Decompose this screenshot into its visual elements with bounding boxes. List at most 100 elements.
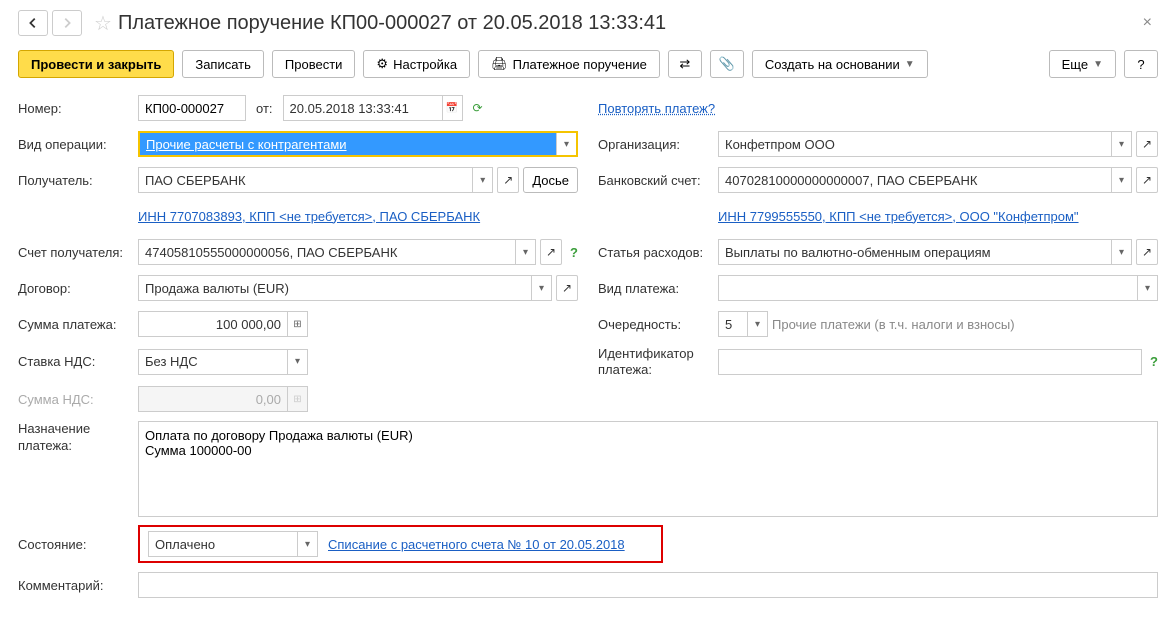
help-icon[interactable]: ? [1150, 354, 1158, 369]
calculator-icon[interactable]: ⊞ [287, 312, 307, 336]
priority-label: Очередность: [598, 317, 718, 332]
calendar-icon[interactable]: 📅 [442, 96, 462, 120]
more-label: Еще [1062, 57, 1088, 72]
help-button[interactable]: ? [1124, 50, 1158, 78]
payee-acc-combo[interactable]: 47405810555000000056, ПАО СБЕРБАНК ▾ [138, 239, 536, 265]
bank-acc-combo[interactable]: 40702810000000000007, ПАО СБЕРБАНК ▾ [718, 167, 1132, 193]
number-input[interactable] [138, 95, 246, 121]
date-label: от: [256, 101, 273, 116]
org-inn-link[interactable]: ИНН 7799555550, КПП <не требуется>, ООО … [718, 209, 1079, 224]
dossier-button[interactable]: Досье [523, 167, 578, 193]
expense-value: Выплаты по валютно-обменным операциям [719, 240, 1111, 264]
toolbar: Провести и закрыть Записать Провести ⚙ Н… [18, 50, 1158, 78]
open-icon[interactable]: ↗ [540, 239, 562, 265]
chevron-down-icon[interactable]: ▾ [1137, 276, 1157, 300]
structure-button[interactable]: ⇄ [668, 50, 702, 78]
post-button[interactable]: Провести [272, 50, 356, 78]
bank-acc-value: 40702810000000000007, ПАО СБЕРБАНК [719, 168, 1111, 192]
arrow-left-icon [26, 16, 40, 30]
expense-label: Статья расходов: [598, 245, 718, 260]
status-label: Состояние: [18, 537, 138, 552]
vat-rate-combo[interactable]: Без НДС ▾ [138, 349, 308, 375]
chevron-down-icon[interactable]: ▾ [1111, 168, 1131, 192]
vat-sum-label: Сумма НДС: [18, 392, 138, 407]
open-icon[interactable]: ↗ [1136, 239, 1158, 265]
attachment-button[interactable]: 📎 [710, 50, 744, 78]
chevron-down-icon[interactable]: ▾ [556, 133, 576, 155]
chevron-down-icon[interactable]: ▾ [287, 350, 307, 374]
chevron-down-icon[interactable]: ▾ [531, 276, 551, 300]
priority-combo[interactable]: 5 ▾ [718, 311, 768, 337]
priority-value: 5 [719, 312, 747, 336]
chevron-down-icon[interactable]: ▾ [1111, 240, 1131, 264]
status-box: Оплачено ▾ Списание с расчетного счета №… [138, 525, 663, 563]
settings-label: Настройка [393, 57, 457, 72]
create-based-label: Создать на основании [765, 57, 900, 72]
op-type-label: Вид операции: [18, 137, 138, 152]
pay-type-label: Вид платежа: [598, 281, 718, 296]
payee-combo[interactable]: ПАО СБЕРБАНК ▾ [138, 167, 493, 193]
contract-label: Договор: [18, 281, 138, 296]
status-value: Оплачено [149, 532, 297, 556]
open-icon[interactable]: ↗ [1136, 131, 1158, 157]
save-button[interactable]: Записать [182, 50, 264, 78]
settings-button[interactable]: ⚙ Настройка [363, 50, 470, 78]
contract-combo[interactable]: Продажа валюты (EUR) ▾ [138, 275, 552, 301]
payee-acc-label: Счет получателя: [18, 245, 138, 260]
vat-rate-label: Ставка НДС: [18, 354, 138, 369]
open-icon[interactable]: ↗ [497, 167, 519, 193]
gear-icon: ⚙ [376, 56, 388, 72]
open-icon[interactable]: ↗ [1136, 167, 1158, 193]
refresh-icon[interactable]: ⟳ [467, 95, 489, 121]
vat-sum-value: 0,00 [139, 387, 287, 411]
help-icon: ? [1137, 57, 1144, 72]
org-label: Организация: [598, 137, 718, 152]
nav-back-button[interactable] [18, 10, 48, 36]
comment-input[interactable] [138, 572, 1158, 598]
more-button[interactable]: Еще ▼ [1049, 50, 1116, 78]
op-type-value: Прочие расчеты с контрагентами [140, 133, 556, 155]
pay-type-value [719, 276, 1137, 300]
purpose-textarea[interactable] [138, 421, 1158, 517]
chevron-down-icon[interactable]: ▾ [515, 240, 535, 264]
sum-field[interactable]: 100 000,00 ⊞ [138, 311, 308, 337]
create-based-button[interactable]: Создать на основании ▼ [752, 50, 928, 78]
chevron-down-icon[interactable]: ▾ [747, 312, 767, 336]
org-combo[interactable]: Конфетпром ООО ▾ [718, 131, 1132, 157]
arrow-right-icon [60, 16, 74, 30]
payee-acc-value: 47405810555000000056, ПАО СБЕРБАНК [139, 240, 515, 264]
printer-icon: 🖨 [491, 56, 508, 72]
payee-inn-link[interactable]: ИНН 7707083893, КПП <не требуется>, ПАО … [138, 209, 480, 224]
status-document-link[interactable]: Списание с расчетного счета № 10 от 20.0… [328, 537, 625, 552]
nav-forward-button[interactable] [52, 10, 82, 36]
chevron-down-icon: ▼ [1093, 59, 1103, 70]
help-icon[interactable]: ? [570, 245, 578, 260]
payee-label: Получатель: [18, 173, 138, 188]
chevron-down-icon[interactable]: ▾ [472, 168, 492, 192]
number-label: Номер: [18, 101, 138, 116]
bank-acc-label: Банковский счет: [598, 173, 718, 188]
favorite-star-icon[interactable]: ☆ [94, 11, 112, 36]
paperclip-icon: 📎 [719, 56, 735, 72]
pay-id-input[interactable] [718, 349, 1142, 375]
payee-value: ПАО СБЕРБАНК [139, 168, 472, 192]
sum-value: 100 000,00 [139, 312, 287, 336]
chevron-down-icon[interactable]: ▾ [1111, 132, 1131, 156]
chevron-down-icon[interactable]: ▾ [297, 532, 317, 556]
open-icon[interactable]: ↗ [556, 275, 578, 301]
print-label: Платежное поручение [513, 57, 647, 72]
close-icon[interactable]: × [1137, 14, 1158, 32]
page-title: Платежное поручение КП00-000027 от 20.05… [118, 12, 1137, 35]
repeat-payment-link[interactable]: Повторять платеж? [598, 101, 715, 116]
calculator-icon: ⊞ [287, 387, 307, 411]
pay-type-combo[interactable]: ▾ [718, 275, 1158, 301]
purpose-label: Назначение платежа: [18, 421, 138, 455]
expense-combo[interactable]: Выплаты по валютно-обменным операциям ▾ [718, 239, 1132, 265]
vat-sum-field: 0,00 ⊞ [138, 386, 308, 412]
vat-rate-value: Без НДС [139, 350, 287, 374]
op-type-combo[interactable]: Прочие расчеты с контрагентами ▾ [138, 131, 578, 157]
date-field[interactable]: 20.05.2018 13:33:41 📅 [283, 95, 463, 121]
print-button[interactable]: 🖨 Платежное поручение [478, 50, 660, 78]
post-close-button[interactable]: Провести и закрыть [18, 50, 174, 78]
status-combo[interactable]: Оплачено ▾ [148, 531, 318, 557]
